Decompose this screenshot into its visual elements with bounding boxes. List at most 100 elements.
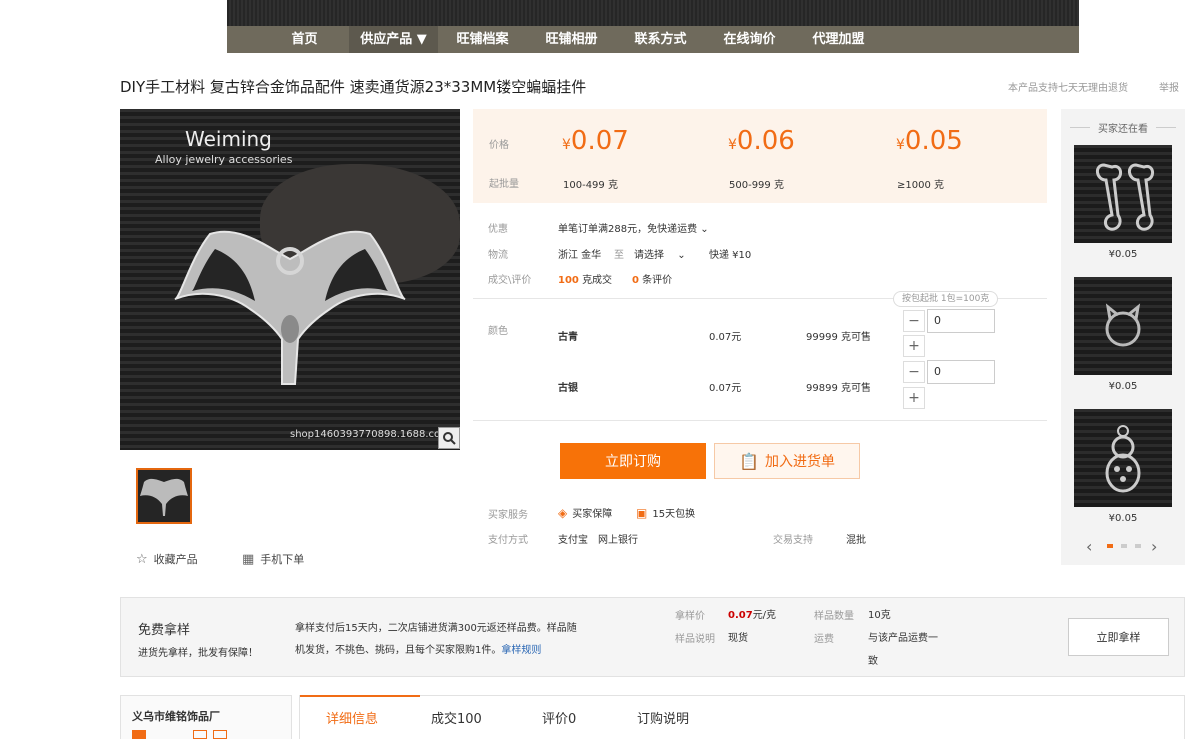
mobile-order-button[interactable]: ▦ 手机下单 [242,551,304,567]
related-product-image[interactable] [1074,277,1172,375]
price-tier-2: ¥0.06 [728,126,795,156]
chevron-down-icon: ⌄ [677,250,686,261]
badge-icon [193,730,207,739]
variant-price: 0.07元 [709,383,742,394]
related-product-price: ¥0.05 [1108,249,1138,260]
sample-note: 现货 [728,633,748,644]
sample-shipping-value-line1: 与该产品运费一 [868,633,938,644]
return-notice: 本产品支持七天无理由退货 [1008,83,1128,94]
nav-profile[interactable]: 旺铺档案 [438,26,527,53]
nav-inquiry[interactable]: 在线询价 [705,26,794,53]
order-now-button[interactable]: 立即订购 [560,443,706,479]
variant-name: 古青 [558,332,578,343]
bat-pendant-image [174,230,406,385]
nav-home[interactable]: 首页 [260,26,349,53]
get-sample-button[interactable]: 立即拿样 [1068,618,1169,656]
buyer-guarantee[interactable]: ◈ 买家保障 [558,505,612,521]
qty-decrease-button[interactable]: − [903,361,925,383]
sample-subtitle: 进货先拿样，批发有保障！ [138,648,258,659]
tab-details[interactable]: 详细信息 [326,708,378,727]
related-product-price: ¥0.05 [1108,513,1138,524]
star-icon: ☆ [136,551,148,567]
related-product-image[interactable] [1074,409,1172,507]
carousel-dot-active[interactable] [1107,544,1113,548]
nav-album[interactable]: 旺铺相册 [527,26,616,53]
sample-shipping-value-line2: 致 [868,656,878,667]
logistics-destination-select[interactable]: 请选择 ⌄ [634,246,686,261]
promo-value[interactable]: 单笔订单满288元，免快递运费 ⌄ [558,220,709,235]
sample-note-label: 样品说明 [675,634,715,645]
moq-tier-1: 100-499 克 [563,180,618,191]
qty-input[interactable]: 0 [927,360,995,384]
nav-agent[interactable]: 代理加盟 [794,26,883,53]
active-tab-indicator [300,695,420,697]
shop-name[interactable]: 义乌市维铭饰品厂 [132,708,220,724]
free-sample-panel [120,597,1185,677]
variant-price: 0.07元 [709,332,742,343]
nav-products[interactable]: 供应产品 ▼ [349,26,438,53]
sample-price-label: 拿样价 [675,611,705,622]
favorite-label: 收藏产品 [153,553,198,566]
price-label: 价格 [489,140,509,151]
sample-price: 0.07元/克 [728,610,777,621]
pack-hint-badge: 按包起批 1包=100克 [893,291,999,307]
shop-banner [227,0,1079,26]
tab-deals[interactable]: 成交100 [431,708,482,727]
next-arrow-icon[interactable]: › [1151,537,1157,556]
logistics-express: 快递 ¥10 [709,250,752,261]
related-product-price: ¥0.05 [1108,381,1138,392]
price-tier-1: ¥0.07 [562,126,629,156]
logistics-to-word: 至 [614,250,624,261]
moq-tier-3: ≥1000 克 [897,180,945,191]
deals-label: 成交\评价 [488,275,532,286]
moq-label: 起批量 [489,179,519,190]
carousel-dot[interactable] [1121,544,1127,548]
promo-label: 优惠 [488,224,508,235]
qty-increase-button[interactable]: + [903,335,925,357]
tab-reviews[interactable]: 评价0 [542,708,576,727]
divider [1070,127,1090,128]
nav-contact[interactable]: 联系方式 [616,26,705,53]
favorite-button[interactable]: ☆ 收藏产品 [136,551,198,567]
product-title: DIY手工材料 复古锌合金饰品配件 速卖通货源23*33MM镂空蝙蝠挂件 [120,78,587,96]
sample-desc-line2: 机发货，不挑色、挑码，且每个买家限购1件。拿样规则 [295,645,542,656]
variant-name: 古银 [558,383,578,394]
deals-summary[interactable]: 100 克成交 [558,271,612,286]
qty-increase-button[interactable]: + [903,387,925,409]
trade-support-label: 交易支持 [773,535,813,546]
carousel-dot[interactable] [1135,544,1141,548]
image-watermark: shop1460393770898.1688.com [290,429,450,440]
image-subtitle-text: Alloy jewelry accessories [155,153,293,166]
sample-qty-label: 样品数量 [814,611,854,622]
logistics-label: 物流 [488,250,508,261]
clipboard-icon: 📋 [739,451,759,471]
badge-icon [132,730,146,739]
mobile-order-label: 手机下单 [260,553,305,566]
sample-qty: 10克 [868,610,891,621]
product-main-image[interactable]: Weiming Alloy jewelry accessories shop14… [120,109,460,450]
return-15-days[interactable]: ▣ 15天包换 [636,505,695,521]
product-thumbnail[interactable] [136,468,192,524]
prev-arrow-icon[interactable]: ‹ [1086,537,1092,556]
payment-values: 支付宝 网上银行 [558,535,638,546]
shield-icon: ◈ [558,505,568,520]
variant-stock: 99899 克可售 [806,383,871,394]
related-product-image[interactable] [1074,145,1172,243]
zoom-icon[interactable] [438,427,460,449]
price-tier-3: ¥0.05 [896,126,963,156]
qty-decrease-button[interactable]: − [903,310,925,332]
divider [473,420,1047,421]
variant-stock: 99999 克可售 [806,332,871,343]
sample-desc-line1: 拿样支付后15天内，二次店铺进货满300元返还样品费。样品随 [295,623,577,634]
report-link[interactable]: 举报 [1159,79,1179,94]
image-brand-text: Weiming [185,127,272,151]
buyer-service-label: 买家服务 [488,510,528,521]
add-to-purchase-list-button[interactable]: 📋 加入进货单 [714,443,860,479]
reviews-summary[interactable]: 0 条评价 [632,271,672,286]
moq-tier-2: 500-999 克 [729,180,784,191]
qty-input[interactable]: 0 [927,309,995,333]
calendar-icon: ▣ [636,505,648,520]
badge-icon [213,730,227,739]
sample-rules-link[interactable]: 拿样规则 [501,645,541,656]
tab-order-instructions[interactable]: 订购说明 [637,708,689,727]
